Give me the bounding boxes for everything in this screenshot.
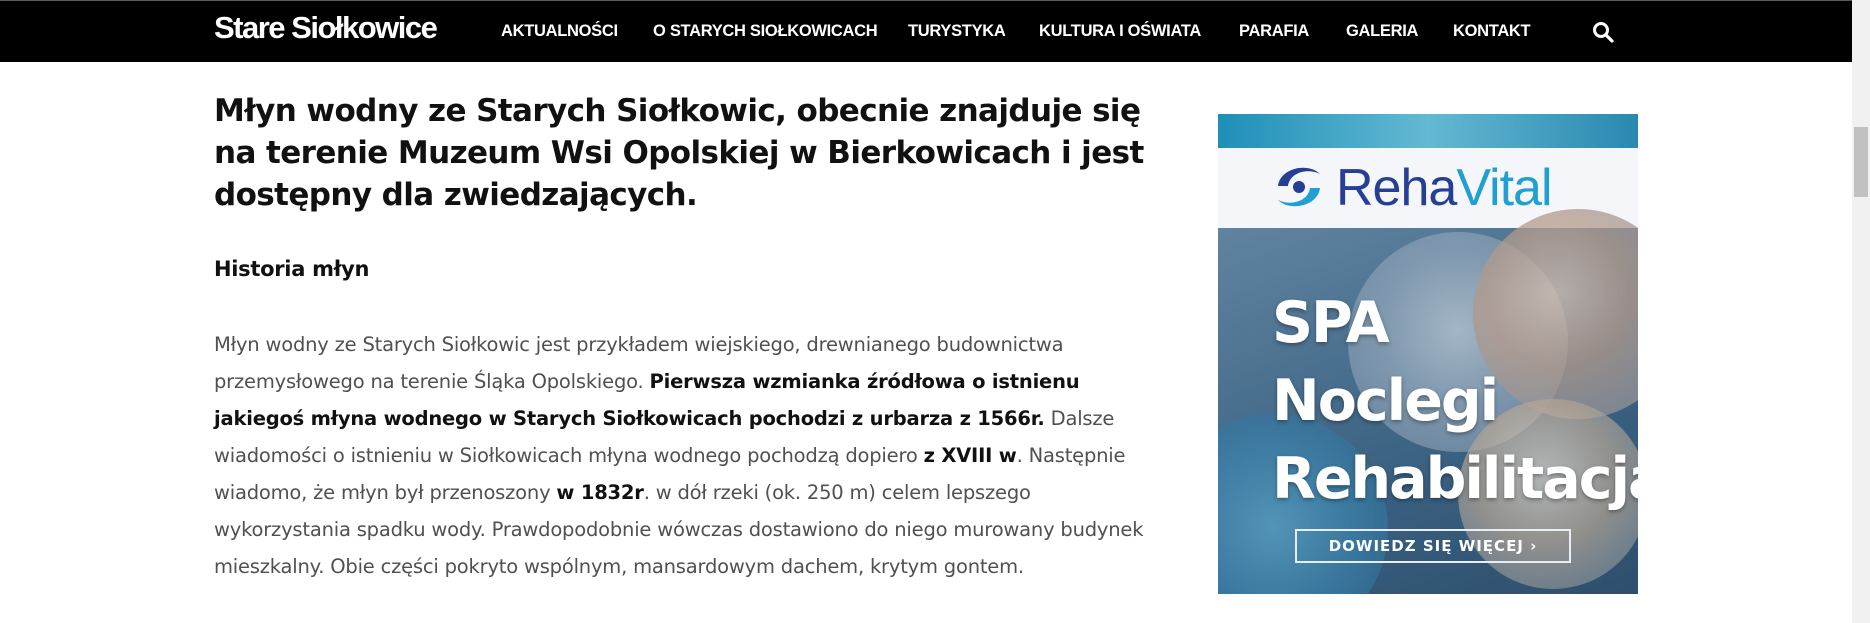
nav-item-parafia[interactable]: PARAFIA <box>1239 22 1309 41</box>
ad-brand: RehaVital <box>1336 158 1553 218</box>
search-icon[interactable] <box>1591 20 1615 44</box>
site-logo[interactable]: Stare Siołkowice <box>214 10 438 46</box>
ad-headline-spa: SPA <box>1272 290 1390 356</box>
article-paragraph: Młyn wodny ze Starych Siołkowic jest prz… <box>214 326 1154 585</box>
ad-headline-noclegi: Noclegi <box>1272 368 1499 434</box>
nav-item-kultura-i-oswiata[interactable]: KULTURA I OŚWIATA <box>1039 22 1201 41</box>
nav-item-turystyka[interactable]: TURYSTYKA <box>908 22 1006 41</box>
nav-item-kontakt[interactable]: KONTAKT <box>1453 22 1531 41</box>
page-scrollbar[interactable] <box>1852 0 1870 623</box>
ad-brand-vital: Vital <box>1456 159 1552 217</box>
article-title: Młyn wodny ze Starych Siołkowic, obecnie… <box>214 93 1144 213</box>
nav-item-o-starych-siolkowicach[interactable]: O STARYCH SIOŁKOWICACH <box>653 22 878 41</box>
scrollbar-thumb[interactable] <box>1854 127 1868 197</box>
nav-item-aktualnosci[interactable]: AKTUALNOŚCI <box>501 22 618 41</box>
top-navbar: Stare Siołkowice AKTUALNOŚCI O STARYCH S… <box>0 0 1852 62</box>
paragraph-bold: z XVIII w <box>923 444 1017 467</box>
paragraph-bold: w 1832r <box>556 481 644 504</box>
rehavital-swirl-icon <box>1278 167 1320 207</box>
nav-item-galeria[interactable]: GALERIA <box>1346 22 1418 41</box>
ad-cta-button[interactable]: DOWIEDZ SIĘ WIĘCEJ › <box>1295 529 1571 563</box>
ad-headline: SPA Noclegi Rehabilitacja <box>1272 284 1638 518</box>
section-heading: Historia młyn <box>214 257 370 281</box>
ad-brand-reha: Reha <box>1336 159 1457 217</box>
ad-top-stripe <box>1218 114 1638 148</box>
rehavital-ad-banner[interactable]: RehaVital SPA Noclegi Rehabilitacja DOWI… <box>1218 114 1638 594</box>
ad-headline-rehabilitacja: Rehabilitacja <box>1272 446 1638 512</box>
